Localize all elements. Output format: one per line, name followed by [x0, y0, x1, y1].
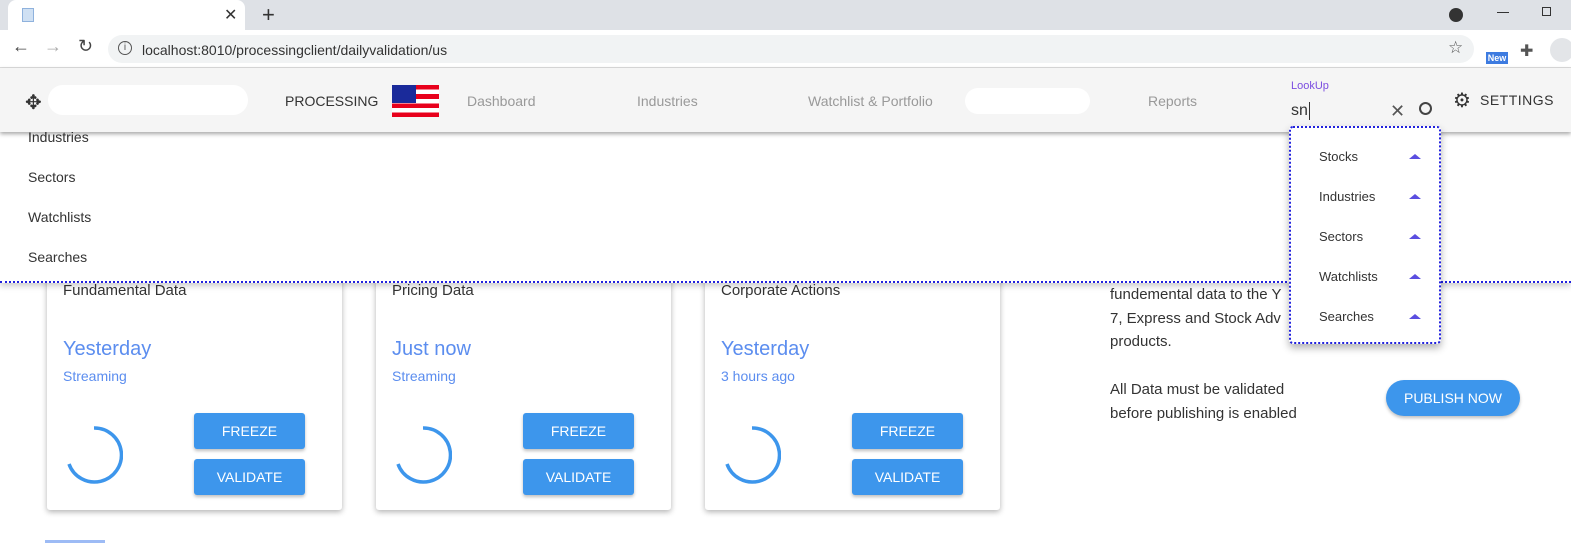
validate-button[interactable]: VALIDATE: [523, 459, 634, 495]
publish-description-line: 7, Express and Stock Adv: [1110, 310, 1281, 327]
publish-note-line: All Data must be validated: [1110, 381, 1285, 398]
overlay-item-searches[interactable]: Searches: [28, 249, 87, 265]
option-label: Searches: [1319, 309, 1374, 324]
publish-note-line: before publishing is enabled: [1110, 405, 1297, 422]
card-status: 3 hours ago: [721, 368, 795, 384]
overlay-item-sectors[interactable]: Sectors: [28, 169, 75, 185]
settings-gear-icon[interactable]: ⚙: [1453, 88, 1471, 113]
browser-tab[interactable]: ✕: [8, 0, 245, 30]
loading-spinner-icon: [725, 426, 781, 484]
redacted-brand-name: [48, 85, 248, 115]
caret-up-icon: [1409, 194, 1421, 199]
settings-button[interactable]: SETTINGS: [1480, 92, 1554, 108]
clear-icon[interactable]: ✕: [1390, 101, 1405, 122]
info-icon: i: [118, 41, 132, 55]
card-last-updated: Yesterday: [721, 338, 810, 360]
card-status: Streaming: [63, 368, 127, 384]
us-flag-icon[interactable]: [392, 85, 439, 117]
option-label: Stocks: [1319, 149, 1359, 164]
card-fundamental-data: Fundamental Data Yesterday Streaming FRE…: [47, 268, 342, 510]
lookup-option-watchlists[interactable]: Watchlists: [1319, 269, 1421, 284]
url-bar[interactable]: i localhost:8010/processingclient/dailyv…: [108, 35, 1474, 63]
url-text: localhost:8010/processingclient/dailyval…: [142, 42, 448, 58]
card-last-updated: Just now: [392, 338, 471, 360]
nav-watchlist-portfolio[interactable]: Watchlist & Portfolio: [808, 93, 933, 109]
publish-description-line: products.: [1110, 333, 1172, 350]
profile-avatar-icon[interactable]: [1550, 38, 1571, 62]
app-logo-icon[interactable]: ✥: [25, 90, 42, 115]
option-label: Watchlists: [1319, 269, 1378, 284]
close-tab-icon[interactable]: ✕: [224, 5, 237, 25]
card-title: Corporate Actions: [721, 282, 841, 299]
reload-icon[interactable]: ↻: [78, 36, 93, 57]
validate-button[interactable]: VALIDATE: [194, 459, 305, 495]
freeze-button[interactable]: FREEZE: [523, 413, 634, 449]
extension-badge: New: [1486, 52, 1508, 64]
search-icon[interactable]: [1419, 102, 1432, 115]
app-header: ✥ PROCESSING Dashboard Industries Watchl…: [0, 68, 1571, 132]
card-status: Streaming: [392, 368, 456, 384]
caret-up-icon: [1409, 274, 1421, 279]
restore-icon[interactable]: [1542, 7, 1551, 16]
browser-tab-bar: ✕ +: [0, 0, 1571, 30]
overlay-item-watchlists[interactable]: Watchlists: [28, 209, 91, 225]
lookup-option-sectors[interactable]: Sectors: [1319, 229, 1421, 244]
loading-spinner-icon: [396, 426, 452, 484]
nav-reports[interactable]: Reports: [1148, 93, 1197, 109]
lookup-option-searches[interactable]: Searches: [1319, 309, 1421, 324]
lookup-label: LookUp: [1291, 80, 1329, 92]
freeze-button[interactable]: FREEZE: [852, 413, 963, 449]
brand-title: PROCESSING: [285, 93, 379, 109]
option-label: Industries: [1319, 189, 1376, 204]
caret-up-icon: [1409, 234, 1421, 239]
freeze-button[interactable]: FREEZE: [194, 413, 305, 449]
validate-button[interactable]: VALIDATE: [852, 459, 963, 495]
redacted-nav-item[interactable]: [965, 88, 1090, 114]
forward-icon[interactable]: →: [44, 36, 62, 57]
card-corporate-actions: Corporate Actions Yesterday 3 hours ago …: [705, 268, 1000, 510]
back-icon[interactable]: ←: [12, 36, 30, 57]
bookmark-star-icon[interactable]: ☆: [1448, 38, 1463, 58]
card-pricing-data: Pricing Data Just now Streaming FREEZE V…: [376, 268, 671, 510]
lookup-input[interactable]: sn: [1291, 102, 1310, 120]
loading-spinner-icon: [67, 426, 123, 484]
new-tab-icon[interactable]: +: [262, 2, 275, 28]
nav-industries[interactable]: Industries: [637, 93, 698, 109]
section-heading-cut-off: [45, 540, 105, 546]
option-label: Sectors: [1319, 229, 1364, 244]
card-last-updated: Yesterday: [63, 338, 152, 360]
tab-search-icon[interactable]: [1449, 8, 1463, 22]
nav-dashboard[interactable]: Dashboard: [467, 93, 536, 109]
lookup-dropdown: Stocks Industries Sectors Watchlists Sea…: [1289, 126, 1441, 344]
card-title: Pricing Data: [392, 282, 474, 299]
page-favicon-icon: [22, 8, 34, 22]
lookup-option-stocks[interactable]: Stocks: [1319, 149, 1421, 164]
publish-now-button[interactable]: PUBLISH NOW: [1386, 380, 1520, 416]
extension-icon[interactable]: New: [1486, 42, 1508, 64]
caret-up-icon: [1409, 314, 1421, 319]
caret-up-icon: [1409, 154, 1421, 159]
minimize-icon[interactable]: [1497, 12, 1509, 13]
extensions-puzzle-icon[interactable]: ✚: [1520, 41, 1533, 61]
publish-description-line: fundemental data to the Y: [1110, 286, 1282, 303]
card-title: Fundamental Data: [63, 282, 187, 299]
lookup-option-industries[interactable]: Industries: [1319, 189, 1421, 204]
